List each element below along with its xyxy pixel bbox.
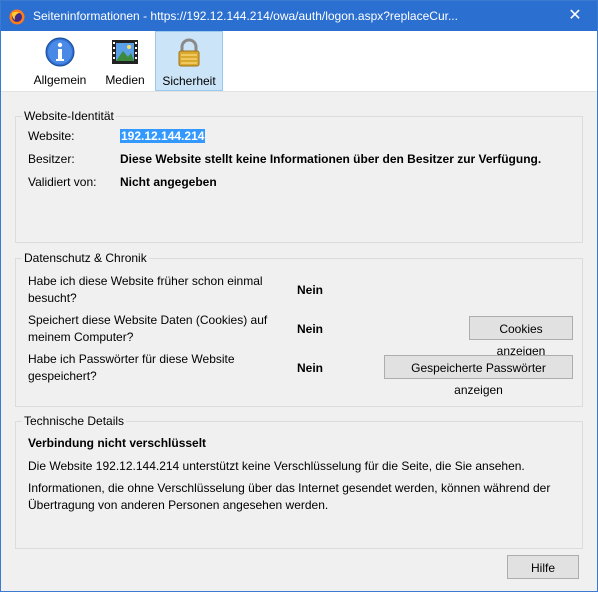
unencrypted-warning-line2: Übertragung von anderen Personen angeseh…: [28, 498, 329, 512]
tab-general-label: Allgemein: [33, 73, 87, 87]
privacy-history-title: Datenschutz & Chronik: [22, 251, 149, 265]
unencrypted-warning-line1: Informationen, die ohne Verschlüsselung …: [28, 481, 551, 495]
visited-answer: Nein: [297, 283, 324, 297]
passwords-question-line1: Habe ich Passwörter für diese Website: [28, 352, 235, 366]
tab-toolbar: Allgemein Medien Sicherheit: [1, 31, 597, 92]
technical-details-title: Technische Details: [22, 414, 127, 428]
validated-value: Nicht angegeben: [120, 175, 217, 189]
website-identity-title: Website-Identität: [22, 109, 116, 123]
info-icon: [45, 37, 75, 67]
passwords-question-line2: gespeichert?: [28, 369, 97, 383]
website-label: Website:: [28, 129, 75, 143]
view-saved-passwords-button[interactable]: Gespeicherte Passwörter anzeigen: [384, 355, 573, 397]
page-info-window: Seiteninformationen - https://192.12.144…: [0, 0, 598, 592]
tab-security[interactable]: Sicherheit: [155, 31, 223, 91]
privacy-history-group: Datenschutz & Chronik Habe ich diese Web…: [15, 251, 583, 407]
window-title: Seiteninformationen - https://192.12.144…: [33, 9, 458, 23]
title-bar: Seiteninformationen - https://192.12.144…: [1, 1, 597, 31]
media-icon: [112, 40, 138, 64]
tab-media[interactable]: Medien: [98, 31, 152, 91]
tab-security-label: Sicherheit: [162, 74, 216, 88]
passwords-answer: Nein: [297, 361, 324, 375]
visited-question-line2: besucht?: [28, 291, 77, 305]
lock-icon: [178, 38, 200, 67]
close-button[interactable]: ✕: [553, 1, 597, 31]
tab-media-label: Medien: [105, 73, 145, 87]
firefox-icon: [9, 9, 25, 25]
validated-label: Validiert von:: [28, 175, 97, 189]
encryption-info-text: Die Website 192.12.144.214 unterstützt k…: [28, 459, 525, 473]
help-button[interactable]: Hilfe: [507, 555, 579, 579]
connection-status-heading: Verbindung nicht verschlüsselt: [28, 436, 207, 450]
website-identity-group: Website-Identität Website: 192.12.144.21…: [15, 109, 583, 243]
cookies-question-line1: Speichert diese Website Daten (Cookies) …: [28, 313, 268, 327]
owner-label: Besitzer:: [28, 152, 75, 166]
website-value[interactable]: 192.12.144.214: [120, 129, 206, 143]
visited-question-line1: Habe ich diese Website früher schon einm…: [28, 274, 263, 288]
technical-details-group: Technische Details Verbindung nicht vers…: [15, 414, 583, 549]
cookies-answer: Nein: [297, 322, 324, 336]
cookies-question-line2: meinem Computer?: [28, 330, 134, 344]
owner-value: Diese Website stellt keine Informationen…: [120, 152, 542, 166]
tab-general[interactable]: Allgemein: [29, 31, 91, 91]
view-cookies-button[interactable]: Cookies anzeigen: [469, 316, 573, 358]
